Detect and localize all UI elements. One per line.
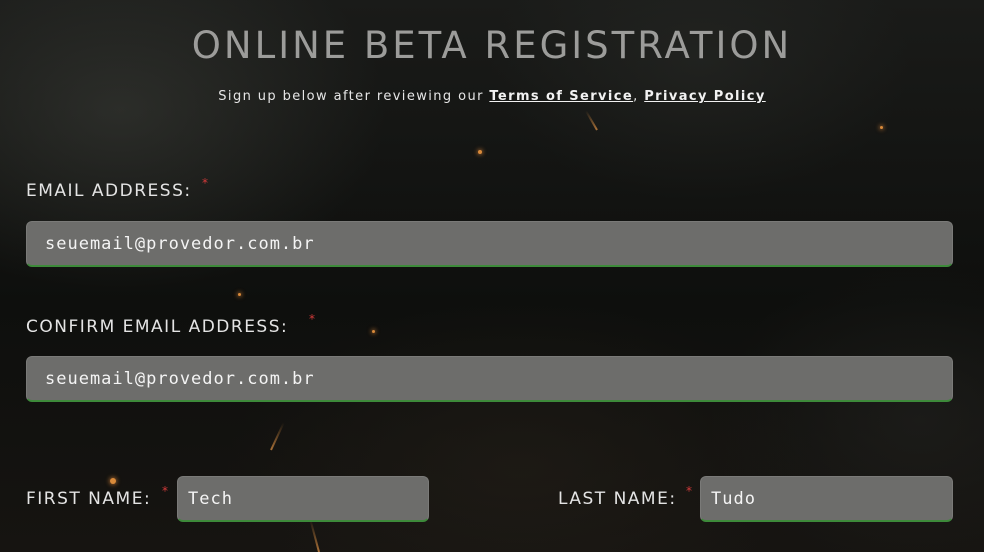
first-name-label: FIRST NAME: [26,489,152,509]
last-name-field[interactable] [700,476,953,522]
confirm-email-label: CONFIRM EMAIL ADDRESS: [26,317,289,337]
ember-streak [270,422,285,451]
ember-streak [309,518,320,552]
subtitle-text: Sign up below after reviewing our [218,89,484,104]
page-subtitle: Sign up below after reviewing our Terms … [0,89,984,104]
first-name-field[interactable] [177,476,429,522]
email-field[interactable] [26,221,953,267]
confirm-email-field[interactable] [26,356,953,402]
required-mark: * [309,312,315,326]
ember-streak [585,110,598,131]
ember-spark [880,126,883,129]
required-mark: * [202,176,208,190]
terms-of-service-link[interactable]: Terms of Service [489,89,633,104]
required-mark: * [686,484,692,498]
last-name-label: LAST NAME: [558,489,677,509]
privacy-policy-link[interactable]: Privacy Policy [644,89,766,104]
ember-spark [478,150,482,154]
ember-spark [110,478,116,484]
ember-spark [372,330,375,333]
required-mark: * [162,484,168,498]
ember-spark [238,293,241,296]
link-separator: , [633,89,639,104]
email-label: EMAIL ADDRESS: [26,181,192,201]
page-title: ONLINE BETA REGISTRATION [191,24,793,67]
